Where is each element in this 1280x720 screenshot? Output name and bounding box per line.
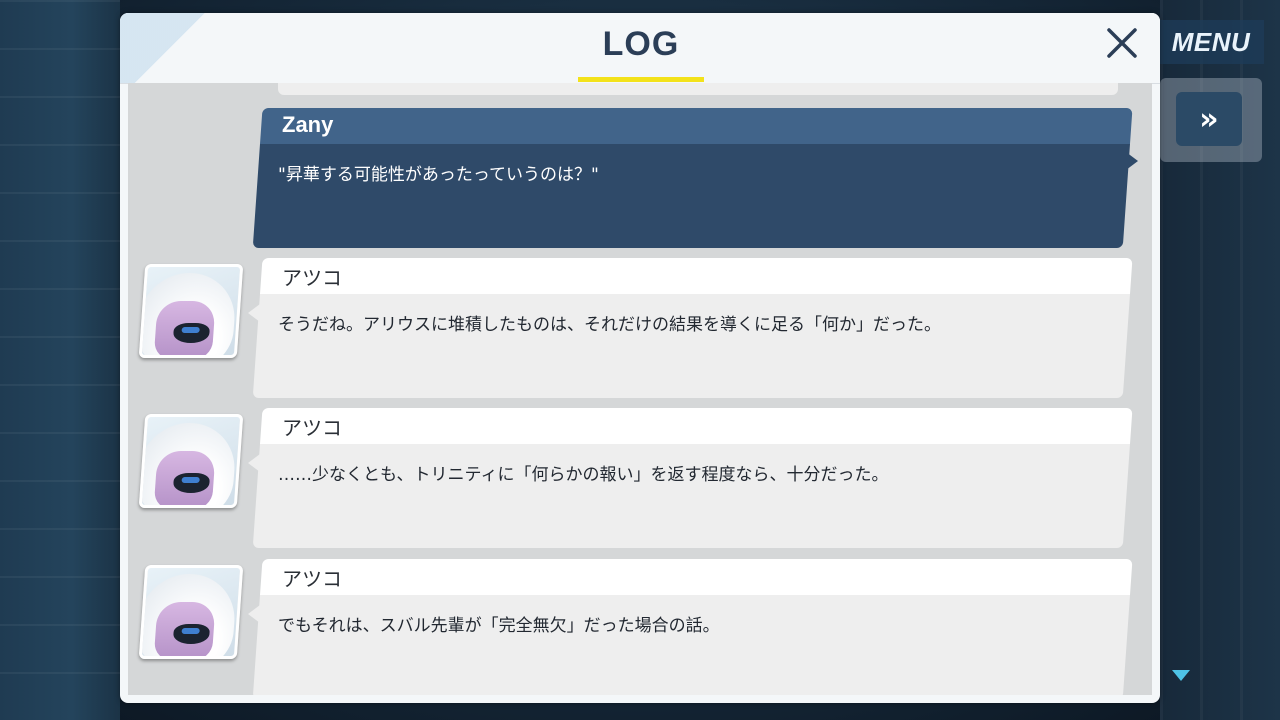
speaker-name: アツコ: [282, 567, 342, 591]
player-bubble: Zany "昇華する可能性があったっていうのは？": [252, 108, 1138, 248]
bubble-tail: [248, 304, 260, 322]
message-text: "昇華する可能性があったっていうのは？": [278, 165, 599, 185]
message-text: そうだね。アリウスに堆積したものは、それだけの結果を導くに足る「何か」だった。: [278, 315, 941, 335]
avatar: [138, 414, 244, 508]
log-list[interactable]: Zany "昇華する可能性があったっていうのは？" アツコ そうだね。アリウスに…: [128, 83, 1152, 695]
close-icon[interactable]: [1102, 23, 1142, 63]
background-left: [0, 0, 120, 720]
speaker-name: アツコ: [282, 266, 342, 290]
bubble-tail: [248, 605, 260, 623]
bubble-tail: [1126, 152, 1138, 170]
log-panel: LOG Zany "昇華する可能性があったっていうのは？" アツコ そうだね。ア…: [120, 13, 1160, 703]
speaker-name: アツコ: [282, 416, 342, 440]
message-text: ……少なくとも、トリニティに「何らかの報い」を返す程度なら、十分だった。: [278, 465, 889, 485]
fast-forward-icon[interactable]: »: [1176, 92, 1242, 146]
page-title: LOG: [602, 25, 680, 63]
npc-bubble: アツコ ……少なくとも、トリニティに「何らかの報い」を返す程度なら、十分だった。: [248, 408, 1138, 548]
message-text: でもそれは、スバル先輩が「完全無欠」だった場合の話。: [278, 616, 720, 636]
bubble-body: [252, 595, 1131, 695]
avatar: [138, 264, 244, 358]
speaker-name: Zany: [282, 112, 334, 137]
name-bar: [260, 408, 1133, 444]
name-bar: [260, 258, 1133, 294]
menu-button[interactable]: MENU: [1158, 20, 1264, 64]
log-header: LOG: [120, 13, 1160, 84]
name-bar: [260, 108, 1133, 144]
previous-entry-edge: [278, 83, 1118, 95]
avatar: [138, 565, 244, 659]
bubble-tail: [248, 454, 260, 472]
title-underline: [578, 77, 704, 82]
scroll-down-icon[interactable]: [1172, 670, 1190, 681]
npc-bubble: アツコ でもそれは、スバル先輩が「完全無欠」だった場合の話。: [248, 559, 1138, 695]
npc-bubble: アツコ そうだね。アリウスに堆積したものは、それだけの結果を導くに足る「何か」だ…: [248, 258, 1138, 398]
name-bar: [260, 559, 1133, 595]
